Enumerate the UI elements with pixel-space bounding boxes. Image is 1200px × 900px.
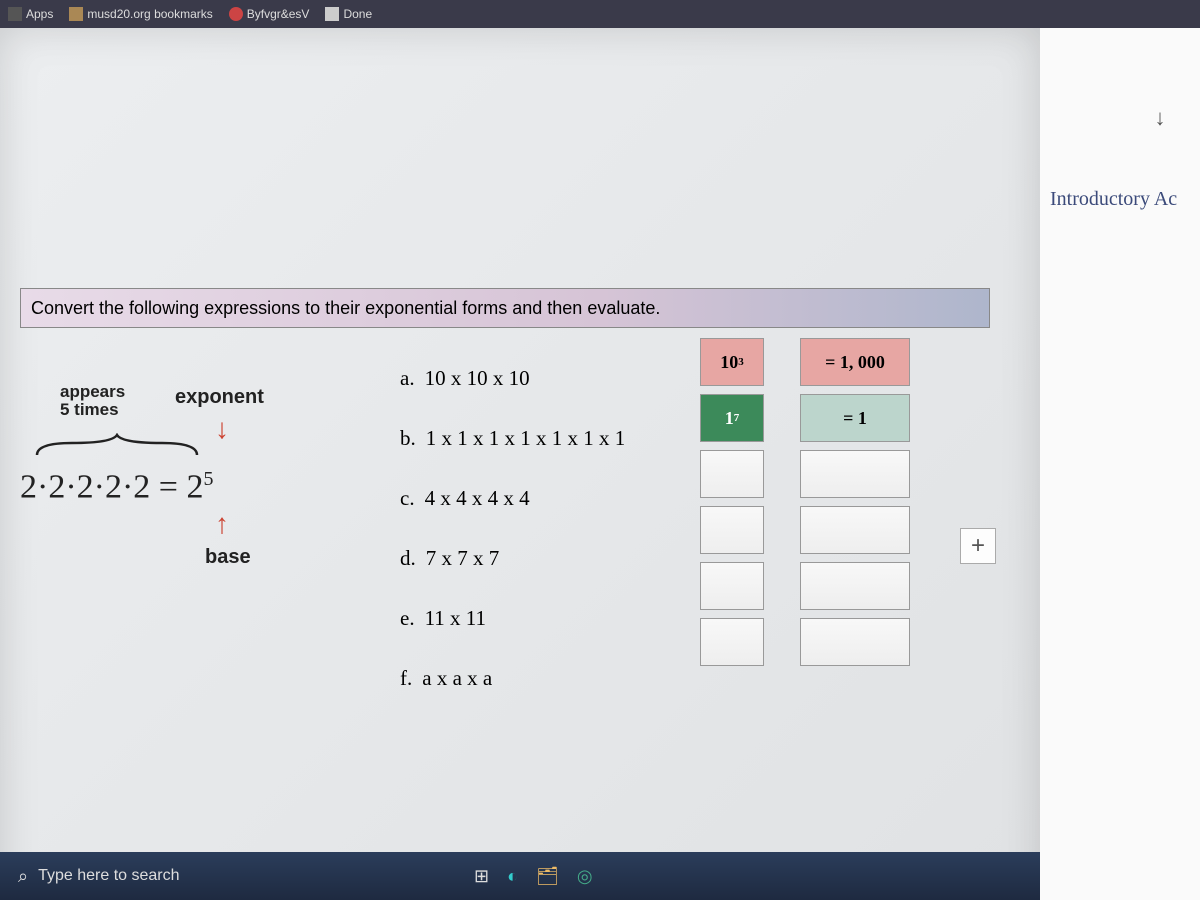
problem-list: a.10 x 10 x 10 b.1 x 1 x 1 x 1 x 1 x 1 x… xyxy=(400,348,625,708)
appears-label: appears 5 times xyxy=(60,383,125,419)
answer-e-val[interactable] xyxy=(800,562,910,610)
brace-icon xyxy=(32,433,202,461)
doc-icon xyxy=(325,7,339,21)
answer-b-exp[interactable]: 17 xyxy=(700,394,764,442)
problem-e: e.11 x 11 xyxy=(400,588,625,648)
bookmark-done[interactable]: Done xyxy=(321,5,376,23)
problem-a: a.10 x 10 x 10 xyxy=(400,348,625,408)
bookmark-musd20[interactable]: musd20.org bookmarks xyxy=(65,5,216,23)
arrow-down-icon: ↓ xyxy=(215,413,229,445)
answer-d-exp[interactable] xyxy=(700,506,764,554)
problem-f: f.a x a x a xyxy=(400,648,625,708)
windows-taskbar: ⌕ Type here to search ⊞ ◐ 🗂 ◎ xyxy=(0,852,1040,900)
search-placeholder: Type here to search xyxy=(38,867,179,885)
problem-c: c.4 x 4 x 4 x 4 xyxy=(400,468,625,528)
site-icon xyxy=(229,7,243,21)
taskbar-search[interactable]: ⌕ Type here to search xyxy=(18,866,418,887)
problem-b: b.1 x 1 x 1 x 1 x 1 x 1 x 1 xyxy=(400,408,625,468)
bookmark-label: Done xyxy=(343,7,372,21)
exponent-column: 103 17 xyxy=(700,338,764,666)
bookmark-label: musd20.org bookmarks xyxy=(87,7,212,21)
answer-c-exp[interactable] xyxy=(700,450,764,498)
search-icon: ⌕ xyxy=(18,866,28,887)
chrome-icon[interactable]: ◎ xyxy=(577,866,593,887)
bookmark-label: Byfvgr&esV xyxy=(247,7,310,21)
sidebar-title: Introductory Ac xyxy=(1050,188,1200,211)
value-column: = 1, 000 = 1 xyxy=(800,338,910,666)
answer-a-exp[interactable]: 103 xyxy=(700,338,764,386)
task-view-icon[interactable]: ⊞ xyxy=(474,866,489,887)
file-explorer-icon[interactable]: 🗂 xyxy=(536,866,559,887)
arrow-up-icon: ↑ xyxy=(215,508,229,540)
apps-label: Apps xyxy=(26,7,53,21)
apps-grid-icon xyxy=(8,7,22,21)
answer-a-val[interactable]: = 1, 000 xyxy=(800,338,910,386)
instruction-bar: Convert the following expressions to the… xyxy=(20,288,990,328)
bookmark-byfvgr[interactable]: Byfvgr&esV xyxy=(225,5,314,23)
worksheet-page: Convert the following expressions to the… xyxy=(0,28,1040,900)
right-panel: ↓ Introductory Ac xyxy=(1040,28,1200,900)
example-equation: 2·2·2·2·2 = 25 xyxy=(20,468,213,506)
taskbar-icons: ⊞ ◐ 🗂 ◎ xyxy=(474,866,593,887)
exponent-label: exponent xyxy=(175,386,264,409)
answer-e-exp[interactable] xyxy=(700,562,764,610)
answer-f-val[interactable] xyxy=(800,618,910,666)
apps-button[interactable]: Apps xyxy=(4,5,57,23)
answer-d-val[interactable] xyxy=(800,506,910,554)
answer-b-val[interactable]: = 1 xyxy=(800,394,910,442)
base-label: base xyxy=(205,546,251,569)
answer-c-val[interactable] xyxy=(800,450,910,498)
problem-d: d.7 x 7 x 7 xyxy=(400,528,625,588)
answer-f-exp[interactable] xyxy=(700,618,764,666)
add-button[interactable]: + xyxy=(960,528,996,564)
folder-icon xyxy=(69,7,83,21)
edge-icon[interactable]: ◐ xyxy=(507,866,518,887)
download-icon[interactable]: ↓ xyxy=(1140,98,1180,138)
bookmarks-bar: Apps musd20.org bookmarks Byfvgr&esV Don… xyxy=(0,0,1200,28)
content-wrap: Convert the following expressions to the… xyxy=(0,28,1200,900)
instruction-text: Convert the following expressions to the… xyxy=(31,298,660,319)
